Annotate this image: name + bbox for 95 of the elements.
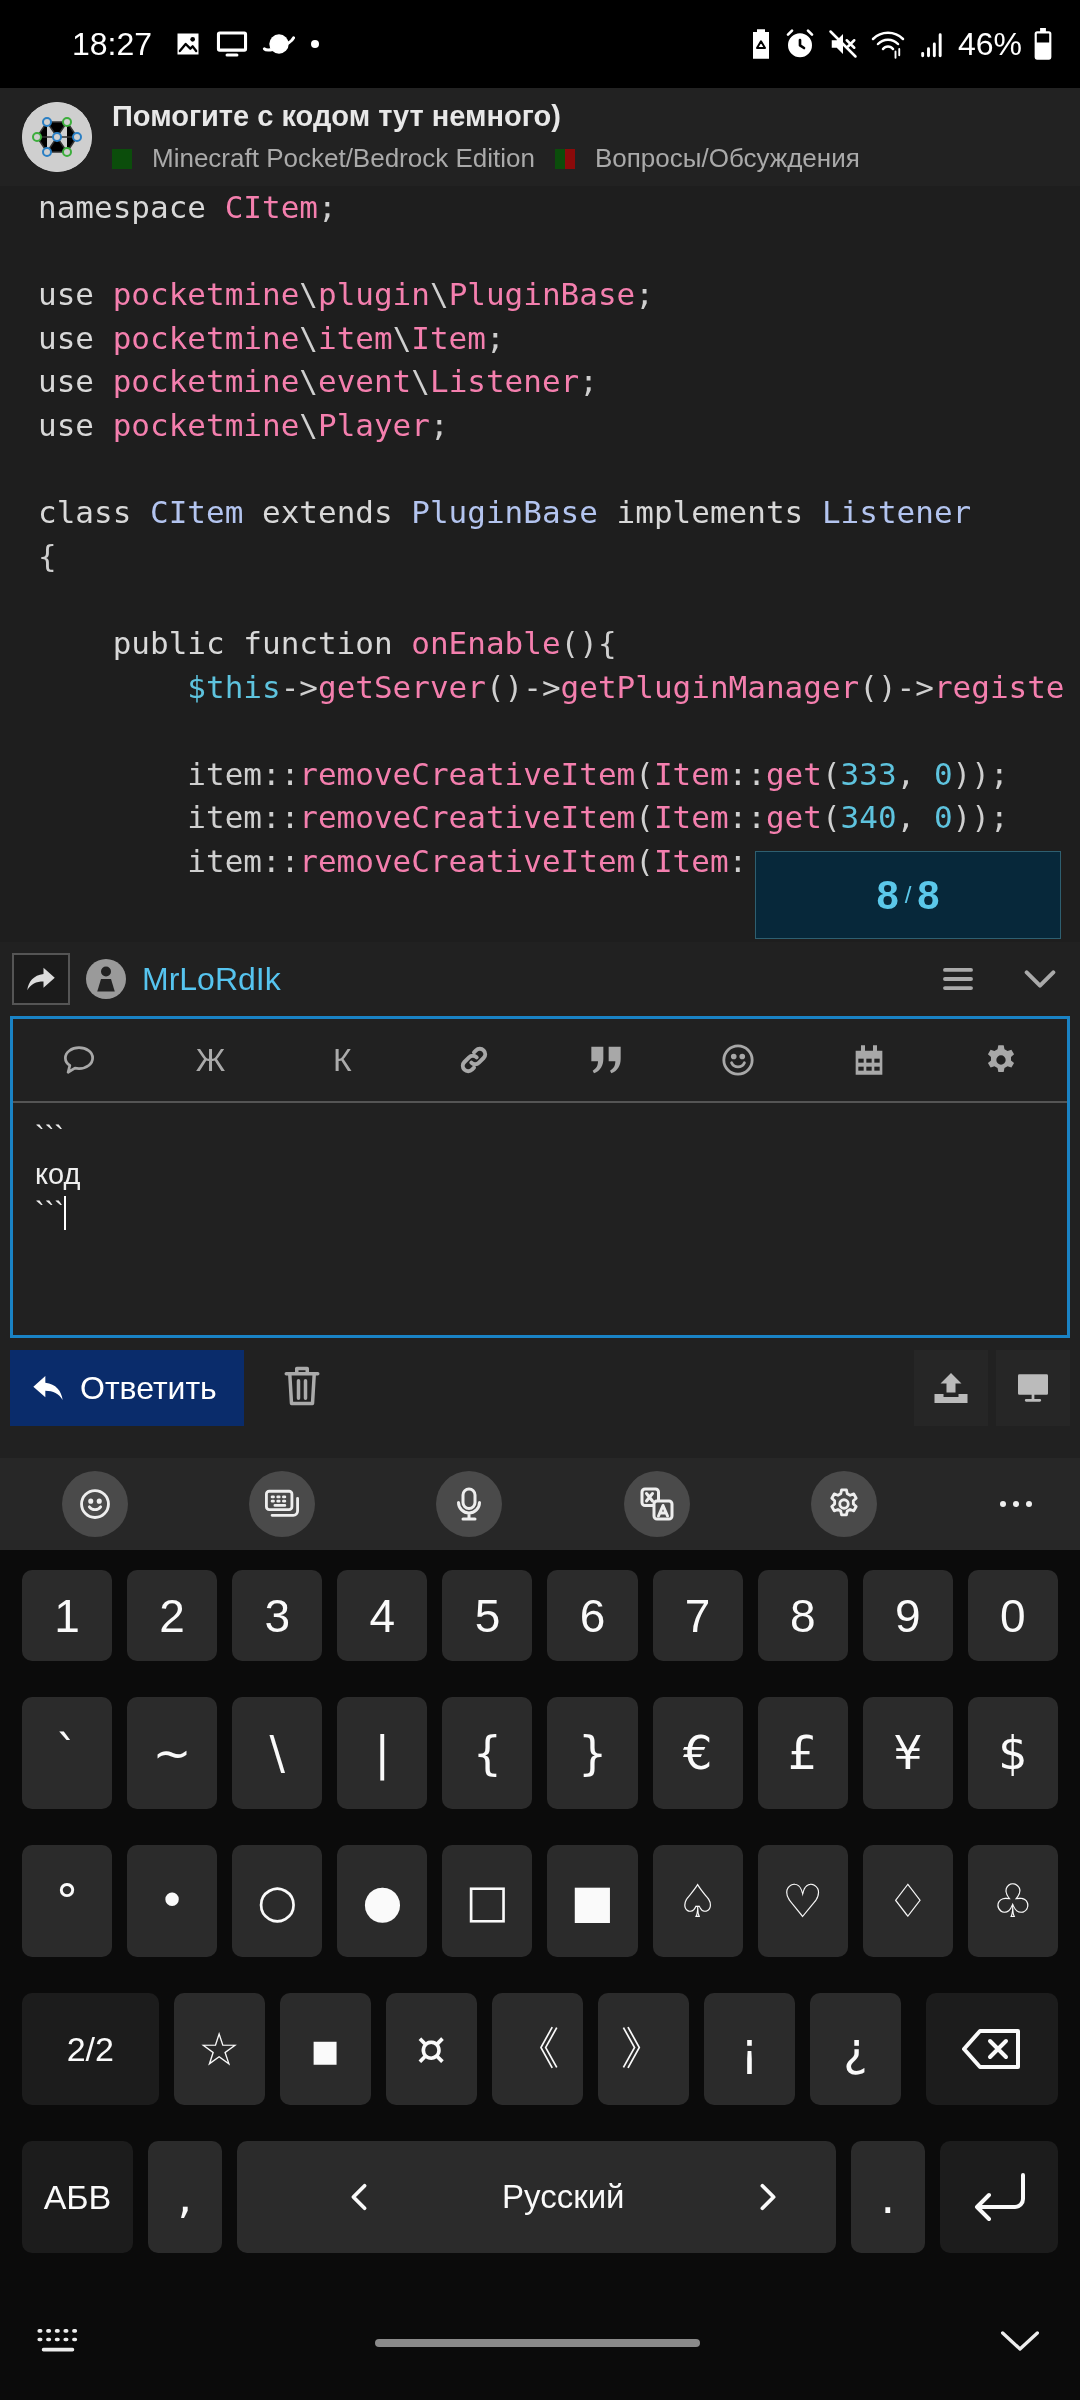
code-line: namespace CItem; (38, 188, 337, 227)
code-line: $this->getServer()->getPluginManager()->registe (186, 667, 1065, 707)
keyboard-key[interactable]: ■ (547, 1845, 638, 1957)
keyboard-key[interactable]: € (652, 1697, 743, 1809)
keyboard-key[interactable]: ☆ (173, 1993, 265, 2105)
space-key[interactable]: Русский (236, 2141, 836, 2253)
backspace-icon (962, 2028, 1023, 2070)
battery-percent: 46% (957, 25, 1022, 63)
upload-button[interactable] (914, 1350, 988, 1426)
keyboard-key[interactable]: { (442, 1697, 533, 1809)
message-field[interactable]: ``` код ``` (13, 1103, 1067, 1335)
code-line: use pocketmine\event\Listener; (38, 362, 598, 402)
smile-icon (720, 1043, 755, 1077)
keyboard-key[interactable]: 《 (491, 1993, 583, 2105)
chevron-right-icon (757, 2182, 778, 2212)
keyboard-key[interactable]: 2 (127, 1570, 218, 1661)
dot-icon (310, 39, 321, 49)
keyboard-key[interactable]: 8 (757, 1570, 848, 1661)
menu-icon[interactable] (942, 966, 974, 992)
code-line: public function onEnable(){ (111, 623, 617, 663)
battery-icon (1034, 28, 1052, 60)
format-button[interactable]: К (333, 1041, 352, 1079)
keyboard-tool-button[interactable] (997, 1499, 1034, 1509)
chevron-down-icon[interactable] (1024, 969, 1056, 989)
keyboard-key[interactable]: \ (232, 1697, 323, 1809)
calendar-icon (854, 1044, 885, 1076)
keyboard-key[interactable]: 4 (337, 1570, 428, 1661)
keyboard-key[interactable]: ● (337, 1845, 428, 1957)
more-icon (997, 1499, 1034, 1509)
trash-icon[interactable] (284, 1365, 320, 1407)
monitor-icon (1016, 1373, 1050, 1403)
keyboard-key[interactable]: ¤ (385, 1993, 477, 2105)
status-time: 18:27 (72, 25, 153, 63)
post-counter[interactable]: 8/8 (755, 851, 1061, 939)
keyboard-key[interactable]: 9 (862, 1570, 953, 1661)
keyboard-key[interactable]: £ (757, 1697, 848, 1809)
share-arrow-icon (26, 966, 56, 992)
keyboard-key[interactable]: ~ (127, 1697, 218, 1809)
quote-icon (589, 1045, 622, 1075)
wifi-icon (869, 29, 906, 59)
monitor-icon (216, 30, 249, 58)
keyboard-key[interactable]: | (337, 1697, 428, 1809)
keyboard-key[interactable]: 0 (967, 1570, 1058, 1661)
translate-icon (638, 1486, 675, 1522)
keyboard-key[interactable]: ` (22, 1697, 113, 1809)
keyboard-key[interactable]: , (147, 2141, 222, 2253)
keyboard-key[interactable]: 3 (232, 1570, 323, 1661)
keyboard-key[interactable]: 5 (442, 1570, 533, 1661)
code-line: use pocketmine\Player; (38, 405, 449, 445)
reply-arrow-icon (32, 1374, 64, 1402)
keyboard-key[interactable]: ○ (232, 1845, 323, 1957)
keyboard-key[interactable]: $ (967, 1697, 1058, 1809)
format-button[interactable]: Ж (195, 1041, 226, 1079)
keyboard-key[interactable]: } (547, 1697, 638, 1809)
keyboard-key[interactable]: ¥ (862, 1697, 953, 1809)
emoji-icon (78, 1487, 112, 1521)
username[interactable]: MrLoRdIk (142, 960, 281, 998)
code-line: use pocketmine\item\Item; (38, 318, 505, 358)
keyboard-key[interactable]: ° (22, 1845, 113, 1957)
keyboard-key[interactable]: □ (442, 1845, 533, 1957)
keyboard-key[interactable]: 1 (22, 1570, 113, 1661)
keyboard-key[interactable]: ♢ (862, 1845, 953, 1957)
keyboard-key[interactable]: 7 (652, 1570, 743, 1661)
enter-key[interactable] (939, 2141, 1058, 2253)
reply-button[interactable]: Ответить (10, 1350, 244, 1426)
keyboard-key[interactable]: ¿ (809, 1993, 901, 2105)
code-line: { (38, 536, 57, 576)
backspace-key[interactable] (926, 1993, 1059, 2105)
mode-key[interactable]: АБВ (22, 2141, 133, 2253)
keyboard-key[interactable]: 6 (547, 1570, 638, 1661)
code-line: item::removeCreativeItem(Item: (186, 841, 748, 881)
keyboard-key[interactable]: ♧ (967, 1845, 1058, 1957)
keyboard-key[interactable]: . (850, 2141, 925, 2253)
code-line: class CItem extends PluginBase implements Listener (38, 493, 972, 533)
preview-button[interactable] (996, 1350, 1070, 1426)
upload-icon (933, 1371, 969, 1405)
share-button[interactable] (12, 953, 70, 1005)
speech-bubble-icon (61, 1045, 96, 1075)
mode-key[interactable]: 2/2 (22, 1993, 159, 2105)
keyboard-key[interactable]: 》 (597, 1993, 689, 2105)
keyboard-icon[interactable] (36, 2328, 80, 2354)
category-tag[interactable]: Вопросы/Обсуждения (594, 143, 860, 174)
thread-title: Помогите с кодом тут немного) (112, 100, 562, 133)
code-line: use pocketmine\plugin\PluginBase; (38, 275, 654, 315)
keyboard-key[interactable]: ▪ (279, 1993, 371, 2105)
keyboard-key[interactable]: • (127, 1845, 218, 1957)
category-tag[interactable]: Minecraft Pocket/Bedrock Edition (152, 143, 535, 174)
keyboard-key[interactable]: ♡ (757, 1845, 848, 1957)
keyboard-key[interactable]: ♤ (652, 1845, 743, 1957)
code-line: item::removeCreativeItem(Item::get(333, 0)); (186, 754, 1009, 794)
keyboard-key[interactable]: ¡ (703, 1993, 795, 2105)
language-label: Русский (502, 2178, 625, 2216)
forum-logo (22, 102, 92, 172)
code-line: item::removeCreativeItem(Item::get(340, 0)); (186, 798, 1009, 838)
mute-icon (827, 29, 858, 59)
